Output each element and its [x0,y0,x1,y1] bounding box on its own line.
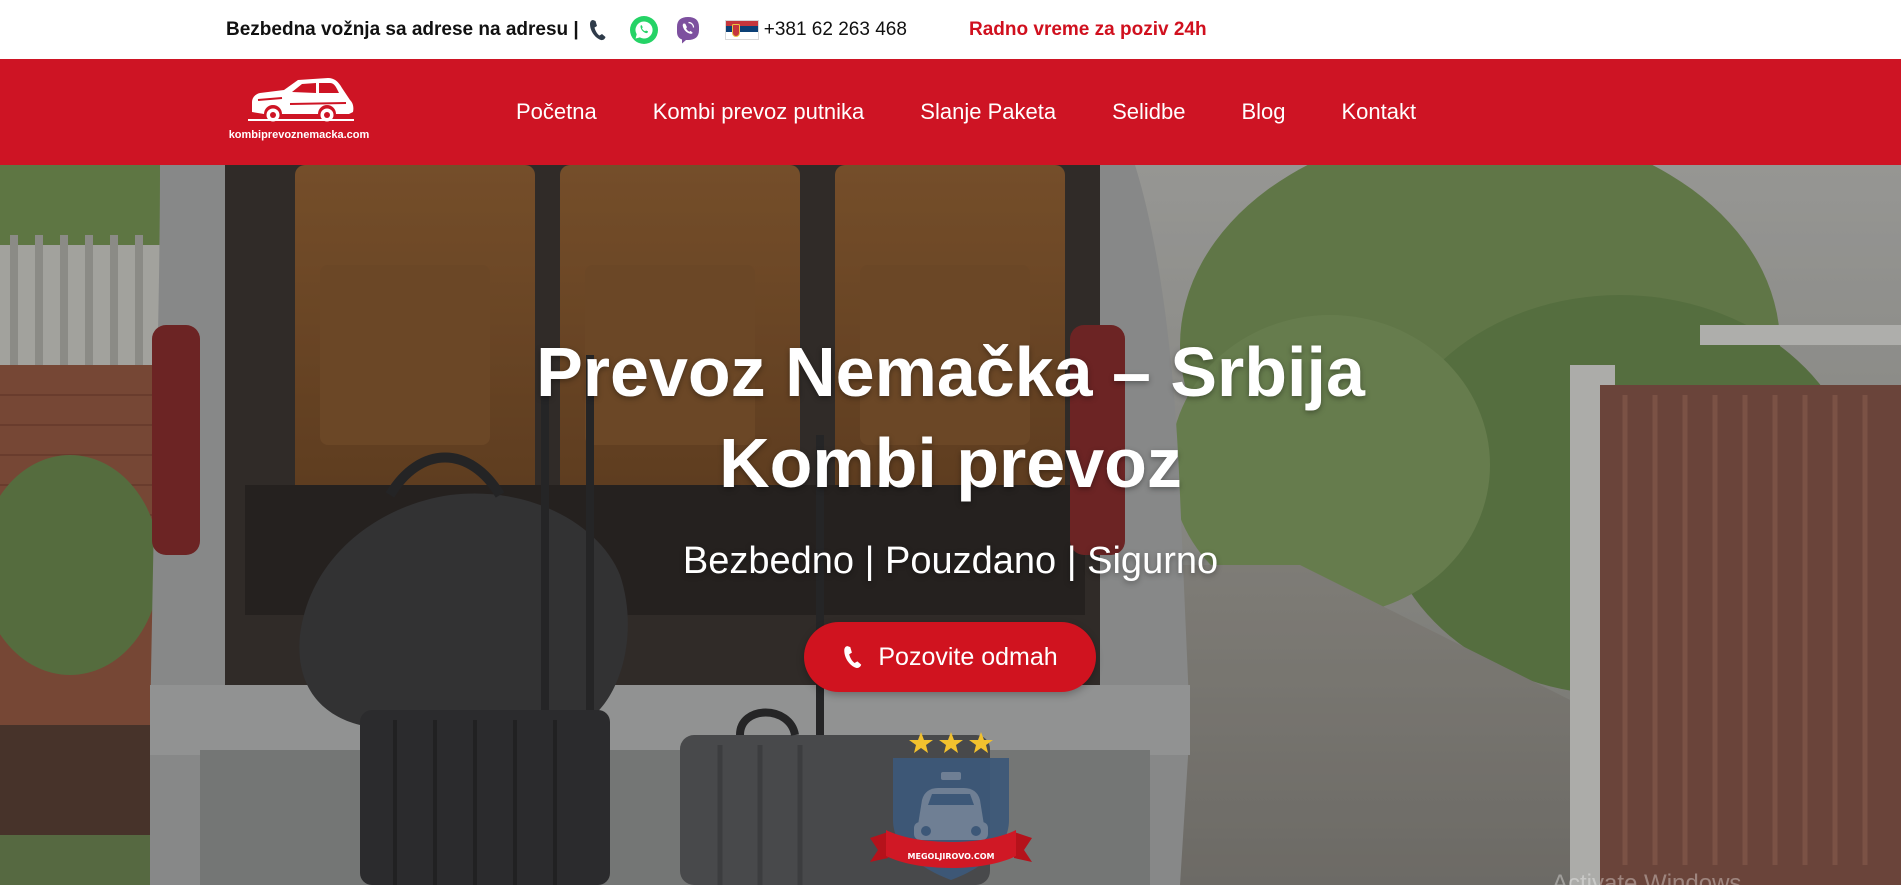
nav-item-selidbe[interactable]: Selidbe [1112,99,1185,125]
hero-title-line-1: Prevoz Nemačka – Srbija [536,333,1365,411]
logo-text: kombiprevoznemacka.com [228,129,370,141]
van-logo-icon [248,78,354,124]
site-logo[interactable]: kombiprevoznemacka.com [226,76,372,156]
top-contact-bar: Bezbedna vožnja sa adrese na adresu | +3… [0,0,1901,59]
call-now-label: Pozovite odmah [878,642,1058,671]
working-hours-text: Radno vreme za poziv 24h [969,18,1207,40]
hero-subtitle: Bezbedno | Pouzdano | Sigurno [682,540,1219,582]
phone-icon [844,646,862,669]
call-now-button[interactable]: Pozovite odmah [804,622,1096,692]
viber-icon[interactable] [673,15,703,45]
main-navigation-bar: kombiprevoznemacka.com Početna Kombi pre… [0,59,1901,165]
badge-ribbon-text: MEGOLJIROVO.COM [908,852,995,861]
nav-item-kombi-prevoz-putnika[interactable]: Kombi prevoz putnika [653,99,865,125]
hero-title-line-2: Kombi prevoz [719,424,1182,502]
nav-menu: Početna Kombi prevoz putnika Slanje Pake… [516,59,1416,165]
tagline: Bezbedna vožnja sa adrese na adresu | [226,18,579,40]
phone-number-link[interactable]: +381 62 263 468 [764,19,907,41]
activate-windows-watermark: Activate Windows [1552,870,1742,885]
whatsapp-icon[interactable] [629,15,659,45]
nav-item-pocetna[interactable]: Početna [516,99,597,125]
nav-item-blog[interactable]: Blog [1241,99,1285,125]
taxi-badge-icon: MEGOLJIROVO.COM [870,732,1032,880]
serbia-flag-icon [724,19,759,40]
phone-icon[interactable] [589,19,607,41]
nav-item-slanje-paketa[interactable]: Slanje Paketa [920,99,1056,125]
nav-item-kontakt[interactable]: Kontakt [1342,99,1417,125]
hero-title: Prevoz Nemačka – Srbija Kombi prevoz [0,327,1901,509]
hero-section: Prevoz Nemačka – Srbija Kombi prevoz Bez… [0,165,1901,885]
contact-info: Bezbedna vožnja sa adrese na adresu | +3… [226,0,907,59]
